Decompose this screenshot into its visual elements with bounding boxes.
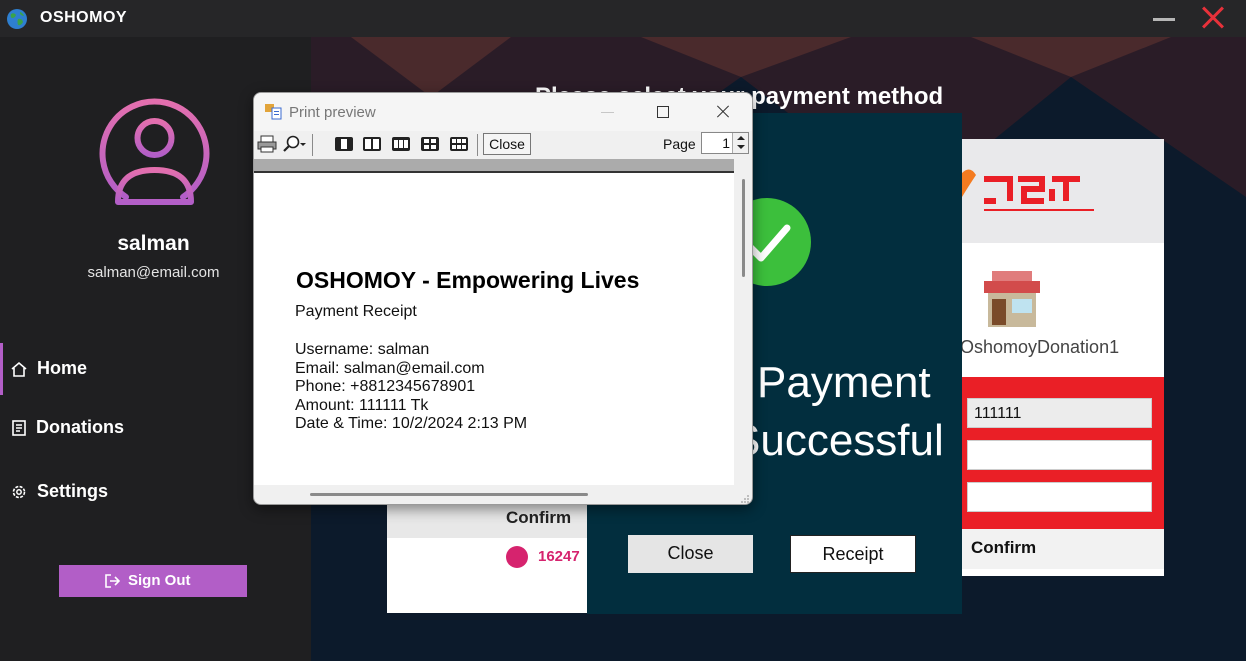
receipt-line: Date & Time: 10/2/2024 2:13 PM — [295, 415, 528, 432]
nagad-form: 111111 — [962, 377, 1164, 529]
gear-icon — [12, 485, 26, 499]
minimize-button[interactable] — [1153, 8, 1175, 30]
receipt-line: Username: salman — [295, 341, 430, 358]
vertical-scrollbar[interactable] — [734, 159, 752, 504]
page-spinner[interactable]: 1 — [701, 132, 749, 154]
app-title: OSHOMOY — [40, 9, 128, 26]
close-window-button[interactable] — [713, 101, 735, 123]
amount-input[interactable]: 111111 — [967, 398, 1152, 428]
three-pages-icon[interactable] — [391, 135, 411, 153]
receipt-details: Username: salman Email: salman@email.com… — [295, 341, 527, 434]
phone-icon — [506, 546, 528, 568]
print-preview-icon — [265, 104, 282, 120]
preview-close-button[interactable]: Close — [483, 133, 531, 155]
printer-icon[interactable] — [257, 135, 277, 153]
resize-grip-icon[interactable] — [738, 492, 750, 504]
sidebar-item-label: Donations — [36, 417, 124, 437]
sign-out-icon — [105, 574, 121, 588]
four-pages-icon[interactable] — [420, 135, 440, 153]
nagad-header — [962, 139, 1164, 243]
scroll-thumb[interactable] — [310, 493, 588, 496]
receipt-line: Email: salman@email.com — [295, 359, 485, 377]
receipt-line: Amount: 111111 Tk — [295, 396, 429, 414]
one-page-icon[interactable] — [334, 135, 354, 153]
title-bar: OSHOMOY — [0, 0, 1246, 37]
zoom-icon[interactable] — [282, 135, 308, 153]
sign-out-button[interactable]: Sign Out — [59, 565, 247, 597]
close-window-button[interactable] — [1201, 6, 1225, 30]
scroll-thumb[interactable] — [742, 179, 745, 277]
preview-viewport: OSHOMOY - Empowering Lives Payment Recei… — [254, 159, 752, 504]
sign-out-label: Sign Out — [128, 572, 191, 589]
close-button[interactable]: Close — [628, 535, 753, 573]
page-label: Page — [663, 136, 696, 152]
print-preview-title-bar: Print preview — [254, 93, 752, 131]
sidebar-item-label: Settings — [37, 481, 109, 501]
hotline-number: 16247 — [538, 548, 580, 565]
sidebar-item-label: Home — [37, 358, 88, 378]
receipt-subtitle: Payment Receipt — [295, 303, 417, 320]
shop-icon — [984, 271, 1040, 327]
phone-input[interactable] — [967, 440, 1152, 470]
receipt-title: OSHOMOY - Empowering Lives — [296, 267, 640, 293]
receipt-line: Phone: +8812345678901 — [295, 378, 476, 395]
toolbar-separator — [312, 134, 313, 156]
toolbar-separator — [477, 134, 478, 156]
success-line-1: Payment — [757, 358, 931, 407]
merchant-name: OshomoyDonation1 — [960, 337, 1120, 357]
page-value: 1 — [722, 135, 730, 151]
print-preview-title: Print preview — [289, 104, 376, 121]
nagad-logo — [962, 169, 1094, 211]
receipt-button[interactable]: Receipt — [790, 535, 916, 573]
spinner-arrows[interactable] — [732, 133, 748, 153]
two-pages-icon[interactable] — [362, 135, 382, 153]
document-icon — [12, 420, 26, 436]
success-line-2: Successful — [731, 416, 944, 465]
confirm-label: Confirm — [506, 508, 572, 527]
confirm-label: Confirm — [971, 538, 1037, 557]
nagad-payment-card: OshomoyDonation1 111111 Confirm — [960, 139, 1164, 576]
print-preview-toolbar: Close Page 1 — [254, 131, 752, 159]
globe-icon — [7, 9, 27, 29]
nagad-confirm-button[interactable]: Confirm — [962, 529, 1164, 569]
preview-page: OSHOMOY - Empowering Lives Payment Recei… — [254, 173, 734, 485]
payment-card-left: Confirm 16247 — [387, 499, 587, 613]
minimize-button[interactable] — [597, 101, 619, 123]
pin-input[interactable] — [967, 482, 1152, 512]
horizontal-scrollbar[interactable] — [254, 485, 734, 504]
home-icon — [11, 361, 27, 377]
user-avatar-icon — [99, 98, 210, 205]
six-pages-icon[interactable] — [449, 135, 469, 153]
print-preview-window: Print preview Close Page 1 OSHOMOY - Emp… — [253, 92, 753, 505]
maximize-button[interactable] — [653, 101, 675, 123]
